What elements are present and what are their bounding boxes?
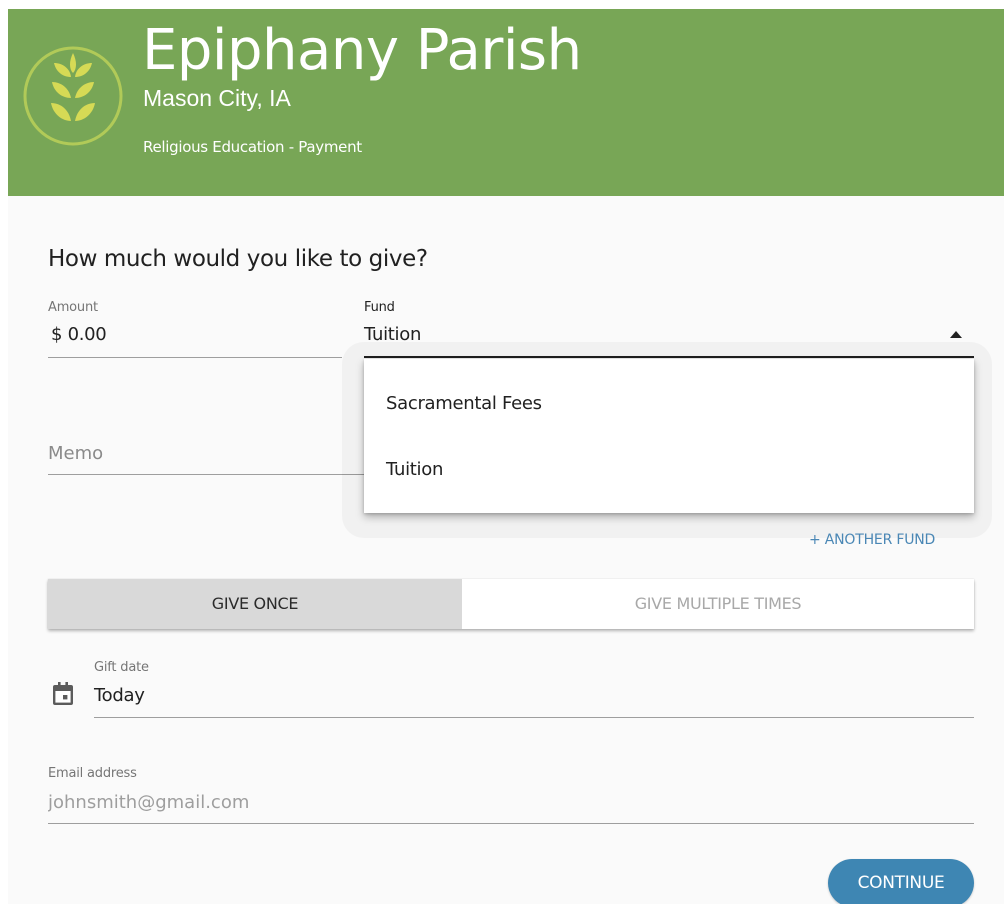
email-label: Email address [48, 766, 137, 781]
fund-option-label: Tuition [386, 459, 444, 480]
parish-location: Mason City, IA [143, 85, 291, 111]
gift-date-underline [94, 717, 974, 718]
amount-value: 0.00 [67, 324, 107, 345]
email-field[interactable] [48, 788, 948, 816]
gift-date-field[interactable]: Today [94, 683, 145, 709]
fund-option-sacramental-fees[interactable]: Sacramental Fees [364, 374, 974, 434]
parish-name: Epiphany Parish [142, 18, 582, 83]
give-multiple-times-button[interactable]: GIVE MULTIPLE TIMES [462, 579, 974, 629]
wheat-icon [23, 46, 123, 146]
payment-page: Epiphany Parish Mason City, IA Religious… [0, 0, 1004, 904]
give-question-heading: How much would you like to give? [48, 246, 428, 272]
currency-symbol: $ [51, 324, 63, 345]
calendar-icon[interactable] [52, 682, 74, 706]
amount-label: Amount [48, 300, 98, 315]
fund-dropdown-menu: Sacramental Fees Tuition [364, 359, 974, 513]
memo-underline [48, 474, 368, 475]
email-underline [48, 823, 974, 824]
fund-option-label: Sacramental Fees [386, 393, 542, 414]
fund-option-tuition[interactable]: Tuition [364, 440, 974, 500]
gift-date-label: Gift date [94, 660, 149, 675]
add-another-fund-link[interactable]: + ANOTHER FUND [809, 530, 935, 550]
page-title: Religious Education - Payment [143, 138, 362, 156]
dropdown-arrow-up-icon[interactable] [950, 331, 962, 338]
fund-label: Fund [364, 300, 395, 315]
amount-underline [48, 357, 342, 358]
frequency-toggle: GIVE ONCE GIVE MULTIPLE TIMES [48, 579, 974, 629]
amount-field[interactable]: $ 0.00 [51, 322, 107, 348]
memo-input[interactable] [48, 438, 358, 468]
continue-button[interactable]: CONTINUE [828, 859, 974, 904]
give-once-button[interactable]: GIVE ONCE [48, 579, 462, 629]
